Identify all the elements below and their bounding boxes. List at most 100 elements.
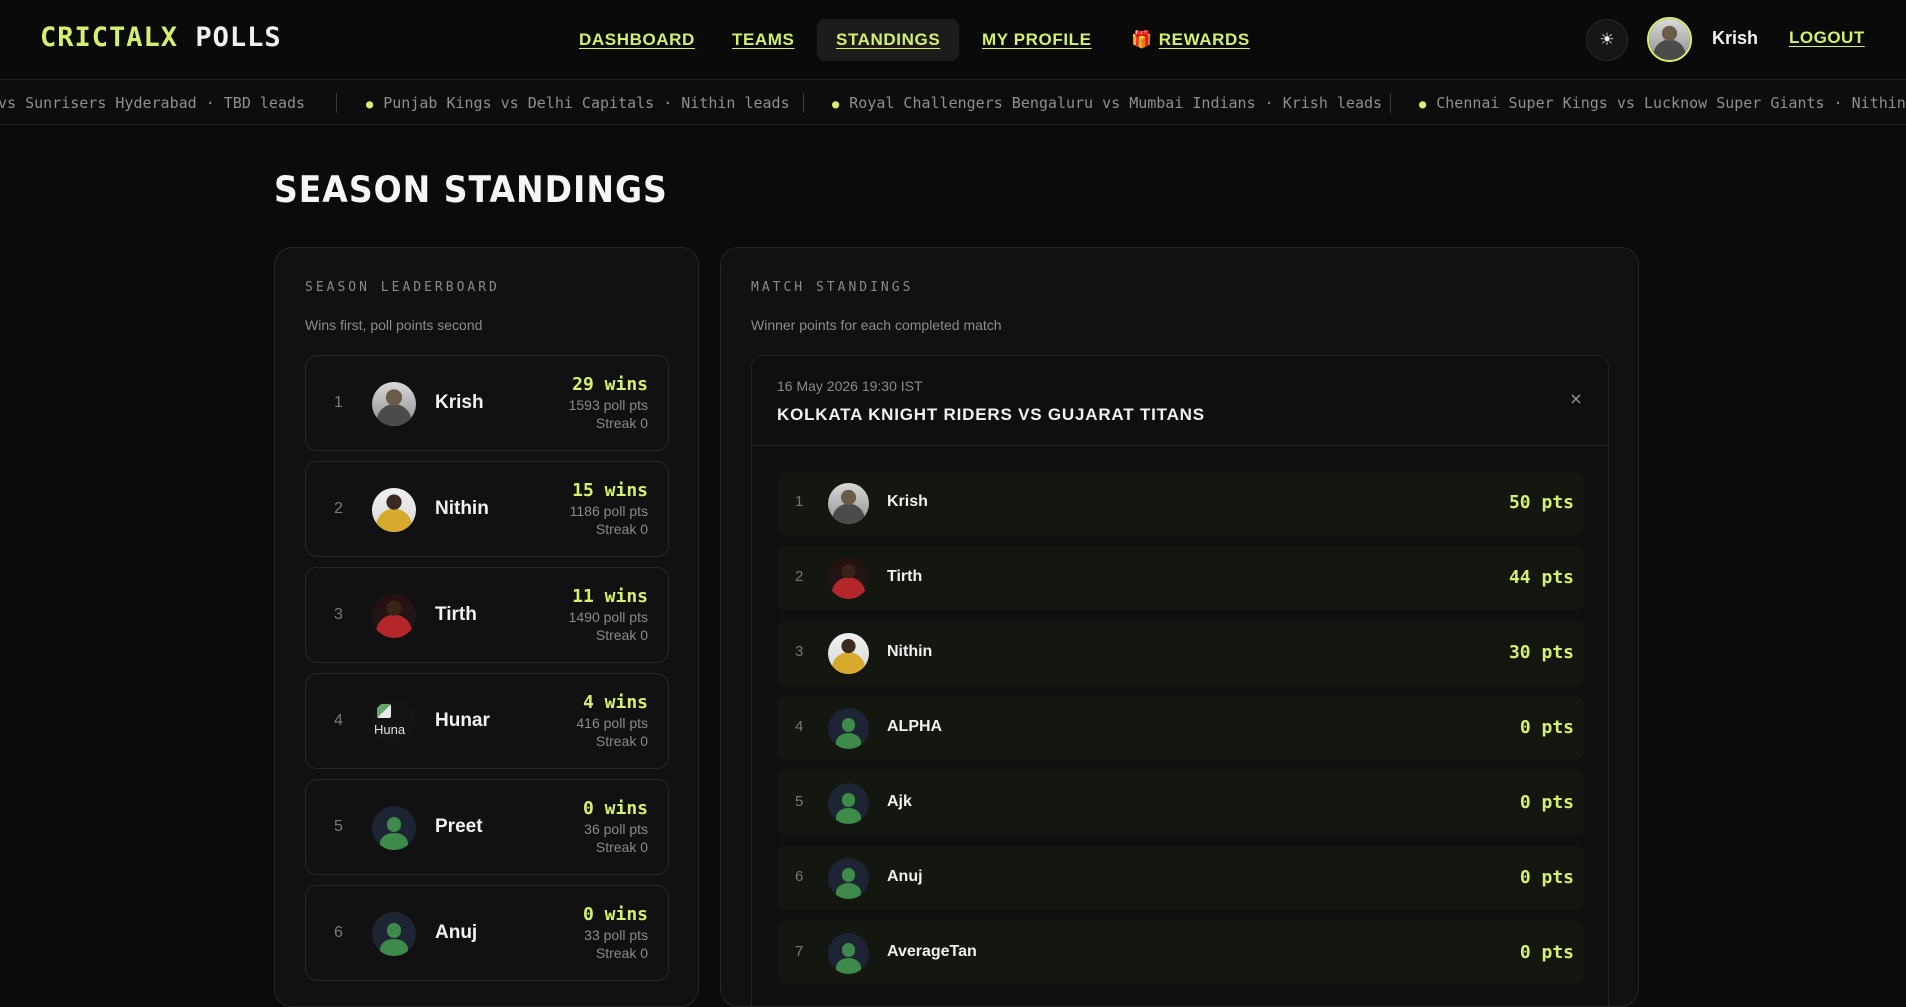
- user-name: Krish: [1712, 28, 1759, 48]
- avatar: [828, 633, 869, 674]
- bullet-icon: ●: [366, 97, 374, 111]
- logout-link[interactable]: LOGOUT: [1789, 28, 1865, 48]
- nav-dashboard[interactable]: DASHBOARD: [560, 19, 714, 61]
- nav-rewards-label: REWARDS: [1158, 30, 1250, 49]
- player-name: Krish: [435, 392, 484, 413]
- rank: 2: [795, 568, 804, 585]
- rank: 6: [334, 924, 343, 941]
- rank: 1: [795, 493, 804, 510]
- theme-toggle-button[interactable]: ☀: [1586, 19, 1628, 61]
- points: 0 pts: [1519, 792, 1574, 813]
- default-avatar-icon: [372, 806, 416, 850]
- player-name: Tirth: [887, 568, 923, 585]
- player-name: Ajk: [887, 793, 912, 810]
- gift-icon: 🎁: [1131, 30, 1153, 49]
- rank: 3: [334, 606, 343, 623]
- streak: Streak 0: [595, 627, 648, 643]
- match-standings-card: MATCH STANDINGS Winner points for each c…: [720, 247, 1639, 1007]
- avatar: Huna: [372, 700, 416, 744]
- poll-points: 36 poll pts: [584, 821, 648, 837]
- poll-points: 1490 poll pts: [568, 609, 648, 625]
- points: 0 pts: [1519, 867, 1574, 888]
- player-name: Anuj: [887, 868, 923, 885]
- nav-teams[interactable]: TEAMS: [713, 19, 814, 61]
- match-standings-label: MATCH STANDINGS: [751, 280, 914, 295]
- match-standing-row: 3 Nithin 30 pts: [777, 621, 1584, 685]
- bullet-icon: ●: [832, 97, 840, 111]
- player-name: Anuj: [435, 922, 478, 943]
- streak: Streak 0: [595, 733, 648, 749]
- rank: 5: [795, 793, 804, 810]
- leaderboard-row[interactable]: 1 Krish 29 wins 1593 poll pts Streak 0: [305, 355, 669, 451]
- default-avatar-icon: [828, 858, 869, 899]
- season-leaderboard-card: SEASON LEADERBOARD Wins first, poll poin…: [274, 247, 699, 1007]
- ticker-item: ● Punjab Kings vs Delhi Capitals · Nithin…: [366, 94, 790, 112]
- match-standing-row: 5 Ajk 0 pts: [777, 771, 1584, 835]
- streak: Streak 0: [595, 415, 648, 431]
- match-standings-subtitle: Winner points for each completed match: [751, 317, 1002, 333]
- match-title: KOLKATA KNIGHT RIDERS VS GUJARAT TITANS: [777, 405, 1205, 424]
- rank: 3: [795, 643, 804, 660]
- ticker-divider: [1390, 93, 1391, 113]
- leaderboard-row[interactable]: 2 Nithin 15 wins 1186 poll pts Streak 0: [305, 461, 669, 557]
- wins: 11 wins: [572, 586, 648, 607]
- close-icon[interactable]: ×: [1567, 390, 1585, 408]
- nav-standings[interactable]: STANDINGS: [817, 19, 960, 61]
- player-name: Preet: [435, 816, 483, 837]
- leaderboard-row[interactable]: 6 Anuj 0 wins 33 poll pts Streak 0: [305, 885, 669, 981]
- rank: 4: [795, 718, 804, 735]
- leaderboard-subtitle: Wins first, poll points second: [305, 317, 483, 333]
- points: 30 pts: [1508, 642, 1574, 663]
- default-avatar-icon: [372, 912, 416, 956]
- match-standing-row: 1 Krish 50 pts: [777, 471, 1584, 535]
- wins: 0 wins: [582, 798, 648, 819]
- avatar: [828, 558, 869, 599]
- rank: 7: [795, 943, 804, 960]
- ticker-item: vs Sunrisers Hyderabad · TBD leads: [0, 94, 306, 112]
- streak: Streak 0: [595, 945, 648, 961]
- leaderboard-row[interactable]: 4 Huna Hunar 4 wins 416 poll pts Streak …: [305, 673, 669, 769]
- sun-icon: ☀: [1599, 30, 1615, 50]
- avatar: [372, 594, 416, 638]
- player-name: Krish: [887, 493, 928, 510]
- player-name: Nithin: [435, 498, 489, 519]
- default-avatar-icon: [828, 708, 869, 749]
- leaderboard-row[interactable]: 5 Preet 0 wins 36 poll pts Streak 0: [305, 779, 669, 875]
- match-standing-row: 7 AverageTan 0 pts: [777, 921, 1584, 985]
- bullet-icon: ●: [1419, 97, 1427, 111]
- streak: Streak 0: [595, 839, 648, 855]
- player-name: Tirth: [435, 604, 477, 625]
- match-standing-row: 6 Anuj 0 pts: [777, 846, 1584, 910]
- points: 0 pts: [1519, 717, 1574, 738]
- poll-points: 33 poll pts: [584, 927, 648, 943]
- wins: 15 wins: [572, 480, 648, 501]
- wins: 29 wins: [572, 374, 648, 395]
- ticker-item: ● Royal Challengers Bengaluru vs Mumbai I…: [832, 94, 1383, 112]
- match-header[interactable]: 16 May 2026 19:30 IST KOLKATA KNIGHT RID…: [752, 356, 1608, 446]
- player-name: Nithin: [887, 643, 933, 660]
- match-standing-row: 4 ALPHA 0 pts: [777, 696, 1584, 760]
- wins: 4 wins: [582, 692, 648, 713]
- match-standing-row: 2 Tirth 44 pts: [777, 546, 1584, 610]
- nav-rewards[interactable]: 🎁 REWARDS: [1112, 19, 1269, 61]
- poll-points: 416 poll pts: [576, 715, 648, 731]
- leaderboard-row[interactable]: 3 Tirth 11 wins 1490 poll pts Streak 0: [305, 567, 669, 663]
- avatar: [828, 483, 869, 524]
- rank: 1: [334, 394, 343, 411]
- broken-image-icon: Huna: [372, 700, 416, 744]
- nav-my-profile[interactable]: MY PROFILE: [963, 19, 1111, 61]
- points: 44 pts: [1508, 567, 1574, 588]
- poll-points: 1186 poll pts: [569, 503, 648, 519]
- default-avatar-icon: [828, 783, 869, 824]
- points: 0 pts: [1519, 942, 1574, 963]
- user-avatar[interactable]: [1647, 17, 1692, 62]
- match-panel: 16 May 2026 19:30 IST KOLKATA KNIGHT RID…: [751, 355, 1609, 1006]
- player-name: Hunar: [435, 710, 490, 731]
- leaderboard-label: SEASON LEADERBOARD: [305, 280, 500, 295]
- rank: 4: [334, 712, 343, 729]
- player-name: ALPHA: [887, 718, 943, 735]
- match-date: 16 May 2026 19:30 IST: [777, 378, 923, 394]
- ticker-divider: [803, 93, 804, 113]
- rank: 2: [334, 500, 343, 517]
- poll-points: 1593 poll pts: [568, 397, 648, 413]
